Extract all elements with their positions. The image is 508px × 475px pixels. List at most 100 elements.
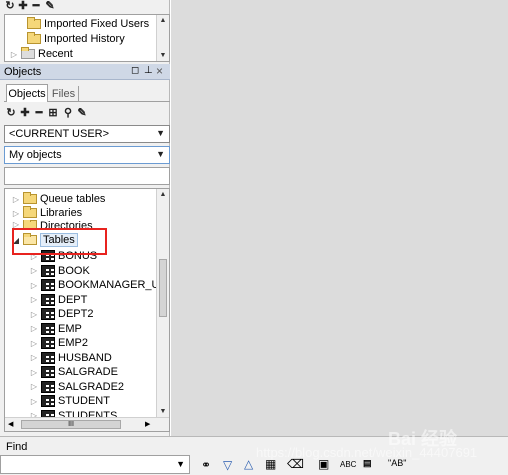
refresh-icon[interactable]: ↻ (5, 0, 15, 12)
find-binoculars-icon[interactable]: ⊞ (47, 107, 59, 119)
remove-icon[interactable]: ━ (31, 0, 41, 12)
tree-item-label: Recent (38, 48, 73, 60)
panel-title: Objects (4, 66, 42, 78)
top-tree: Imported Fixed Users Imported History ▷ … (4, 14, 170, 62)
table-name: HUSBAND (58, 351, 112, 364)
add-icon[interactable]: ✚ (20, 107, 30, 119)
table-name: DEPT2 (58, 308, 94, 320)
tree-item[interactable]: ▷ Queue tables (11, 192, 105, 206)
table-row[interactable]: ▷ BOOKMANAGER_U (29, 278, 159, 292)
refresh-icon[interactable]: ↻ (6, 107, 16, 119)
tree-item-label: Queue tables (40, 193, 106, 205)
user-combo[interactable]: <CURRENT USER> ▼ (4, 125, 170, 143)
table-row[interactable]: ▷ BOOK (29, 264, 90, 278)
folder-icon (27, 32, 41, 44)
tree-item-label: Imported Fixed Users (44, 18, 150, 30)
tab-files[interactable]: Files (49, 86, 79, 101)
expand-icon[interactable]: ▷ (29, 295, 39, 304)
table-icon (41, 293, 55, 306)
table-row[interactable]: ▷ SALGRADE2 (29, 380, 124, 394)
table-row[interactable]: ▷ EMP (29, 322, 82, 336)
tab-objects[interactable]: Objects (6, 84, 48, 102)
table-row[interactable]: ▷ HUSBAND (29, 351, 112, 365)
close-icon[interactable]: × (156, 64, 163, 78)
add-icon[interactable]: ✚ (18, 0, 28, 12)
objects-panel-header: Objects ◻ ⊥ × (0, 64, 170, 80)
table-row[interactable]: ▷ EMP2 (29, 336, 88, 350)
scroll-up-icon[interactable]: ▲ (157, 191, 169, 198)
folder-icon (27, 17, 41, 29)
edit-icon[interactable]: ✎ (44, 0, 56, 12)
table-row[interactable]: ▷ DEPT (29, 293, 87, 307)
object-tree-hscrollbar[interactable]: ◀ III ▶ (5, 417, 169, 431)
filter-combo[interactable]: My objects ▼ (4, 146, 170, 164)
scroll-up-icon[interactable]: ▲ (157, 17, 169, 24)
table-icon (41, 279, 55, 291)
expand-icon[interactable]: ▷ (29, 310, 39, 319)
table-icon (41, 380, 55, 393)
pin-icon[interactable]: ⊥ (144, 65, 153, 76)
find-next-icon[interactable]: ▽ (223, 458, 232, 472)
expand-icon[interactable]: ▷ (29, 281, 39, 290)
chevron-down-icon[interactable]: ▼ (176, 459, 185, 469)
expand-icon[interactable]: ▷ (29, 339, 39, 348)
table-icon (41, 366, 55, 378)
user-combo-value: <CURRENT USER> (9, 128, 110, 140)
remove-icon[interactable]: ━ (34, 107, 44, 119)
expand-icon[interactable]: ▷ (29, 324, 39, 333)
tree-item-label: Imported History (44, 33, 125, 45)
filter-icon[interactable]: ⚲ (62, 107, 74, 119)
watermark-brand: Bai 经验 (388, 429, 458, 449)
table-row[interactable]: ▷ STUDENT (29, 394, 110, 408)
table-name: SALGRADE2 (58, 380, 125, 393)
table-row[interactable]: ▷ DEPT2 (29, 307, 93, 321)
expand-icon[interactable]: ▷ (29, 353, 39, 362)
tree-item-label: Libraries (40, 207, 83, 219)
scroll-thumb[interactable] (159, 259, 167, 317)
expand-icon[interactable]: ▷ (11, 195, 21, 204)
edit-icon[interactable]: ✎ (76, 107, 88, 119)
table-icon (41, 337, 55, 349)
expand-icon[interactable]: ▷ (9, 50, 19, 59)
expand-icon[interactable]: ▷ (29, 397, 39, 406)
restore-icon[interactable]: ◻ (131, 65, 139, 76)
tab-label: Objects (8, 87, 46, 100)
expand-icon[interactable]: ▷ (29, 266, 39, 275)
table-name: SALGRADE (58, 366, 118, 378)
scroll-right-icon[interactable]: ▶ (145, 420, 150, 428)
top-toolbar: ↻ ✚ ━ ✎ (0, 0, 170, 13)
objects-tabs: Objects Files (4, 84, 170, 102)
table-name: EMP (58, 322, 82, 335)
table-name: STUDENT (58, 395, 110, 407)
scroll-left-icon[interactable]: ◀ (8, 420, 13, 428)
filter-combo-value: My objects (9, 149, 62, 161)
editor-area (171, 0, 508, 436)
left-pane: ↻ ✚ ━ ✎ Imported Fixed Users Imported Hi… (0, 0, 170, 436)
tree-item[interactable]: Imported History (27, 32, 125, 46)
scroll-down-icon[interactable]: ▼ (157, 408, 169, 415)
table-icon (41, 308, 55, 320)
tab-label: Files (51, 87, 76, 100)
expand-icon[interactable]: ▷ (29, 368, 39, 377)
top-tree-scrollbar[interactable]: ▲ ▼ (156, 15, 169, 61)
tree-item[interactable]: ▷ Libraries (11, 206, 82, 220)
scroll-down-icon[interactable]: ▼ (157, 52, 169, 59)
expand-icon[interactable]: ▷ (11, 209, 21, 218)
tree-item[interactable]: Imported Fixed Users (27, 17, 149, 31)
match-case-button[interactable]: ABC (340, 460, 356, 469)
find-input[interactable]: ▼ (0, 455, 190, 474)
table-name: EMP2 (58, 337, 88, 349)
object-search-input[interactable] (4, 167, 170, 185)
table-row[interactable]: ▷ SALGRADE (29, 365, 118, 379)
find-binoculars-icon[interactable]: ⚭ (201, 458, 211, 472)
object-tree-vscrollbar[interactable]: ▲ ▼ (156, 189, 169, 417)
table-icon (41, 395, 55, 407)
folder-icon (23, 206, 37, 218)
find-previous-icon[interactable]: △ (244, 457, 253, 471)
expand-icon[interactable]: ▷ (29, 382, 39, 391)
table-name: BOOKMANAGER_U (58, 279, 160, 291)
tree-item[interactable]: ▷ Recent (9, 47, 73, 61)
recent-icon (21, 47, 35, 59)
table-icon (41, 351, 55, 364)
hscroll-thumb[interactable]: III (21, 420, 121, 429)
